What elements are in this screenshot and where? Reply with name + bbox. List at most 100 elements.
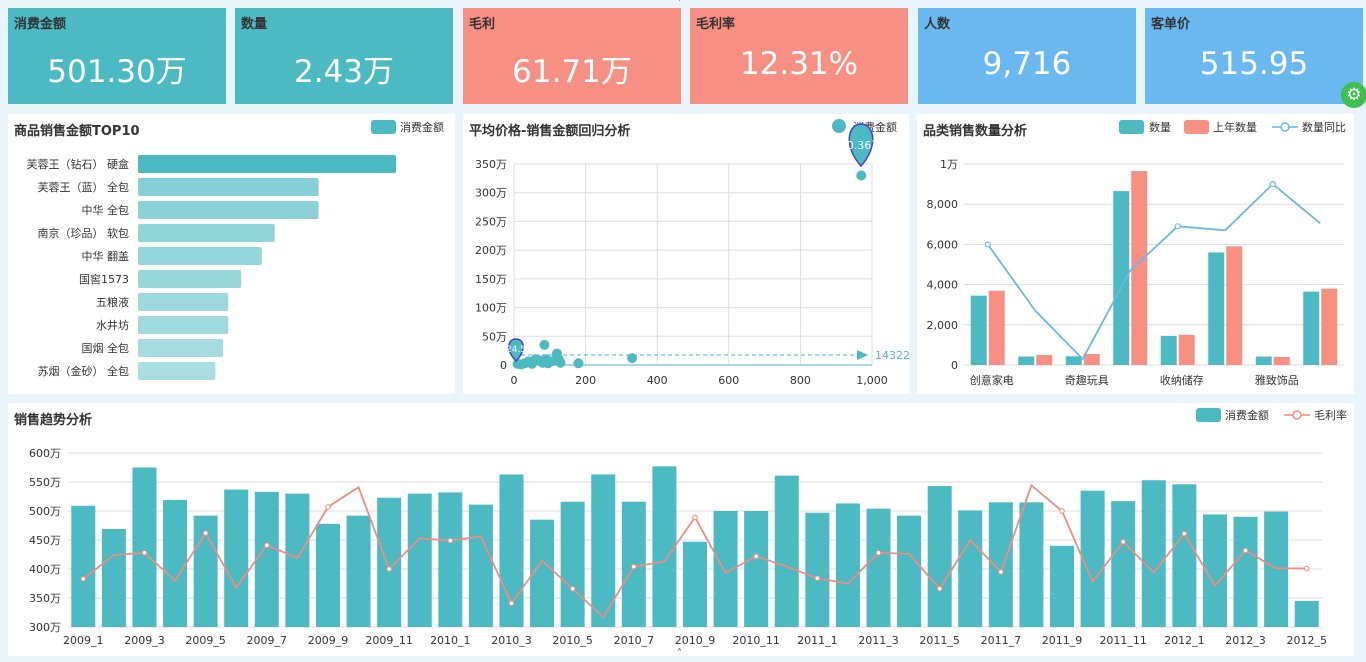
scatter-point[interactable] <box>573 358 584 369</box>
trend-bar[interactable] <box>866 508 891 627</box>
trend-bar[interactable] <box>224 489 249 627</box>
category-bar[interactable] <box>1083 353 1100 365</box>
top10-bar[interactable] <box>138 293 229 311</box>
category-yoy-point[interactable] <box>984 241 991 248</box>
category-yoy-point[interactable] <box>1174 223 1181 230</box>
trend-bar[interactable] <box>560 501 585 627</box>
top10-bar[interactable] <box>138 178 319 196</box>
trend-legend-amount[interactable]: 消费金额 <box>1225 408 1269 422</box>
scatter-point[interactable] <box>539 339 550 350</box>
trend-bar[interactable] <box>835 503 860 627</box>
trend-margin-point[interactable] <box>447 537 454 544</box>
category-bar[interactable] <box>988 290 1005 365</box>
scatter-point[interactable] <box>555 357 566 368</box>
category-legend-prev[interactable]: 上年数量 <box>1213 120 1257 134</box>
kpi-card-0[interactable]: 消费金额 501.30万 <box>8 8 226 104</box>
kpi-card-1[interactable]: 数量 2.43万 <box>235 8 453 104</box>
category-bar[interactable] <box>1178 334 1195 365</box>
collapse-bottom-icon[interactable]: ˄ <box>677 648 682 659</box>
trend-bar[interactable] <box>163 499 188 627</box>
trend-bar[interactable] <box>805 512 830 627</box>
trend-bar[interactable] <box>315 523 340 627</box>
category-bar[interactable] <box>1273 356 1290 365</box>
kpi-card-2[interactable]: 毛利 61.71万 <box>463 8 681 104</box>
category-bar[interactable] <box>1208 252 1225 365</box>
category-legend-yoy[interactable]: 数量同比 <box>1302 121 1346 134</box>
trend-bar[interactable] <box>1019 502 1044 627</box>
trend-bar[interactable] <box>407 493 432 627</box>
top10-bar[interactable] <box>138 270 242 288</box>
trend-margin-point[interactable] <box>1303 565 1310 572</box>
trend-margin-point[interactable] <box>998 569 1004 575</box>
category-bar[interactable] <box>1018 356 1035 365</box>
category-yoy-point[interactable] <box>1269 180 1276 188</box>
category-bar[interactable] <box>1065 356 1082 365</box>
trend-bar[interactable] <box>1172 484 1197 627</box>
top10-bar[interactable] <box>138 224 275 242</box>
scatter-point[interactable] <box>856 170 867 181</box>
trend-bar[interactable] <box>1080 490 1105 627</box>
trend-bar[interactable] <box>377 497 402 627</box>
category-bar[interactable] <box>1226 246 1243 365</box>
trend-bar[interactable] <box>468 504 493 627</box>
top10-bar[interactable] <box>138 201 319 219</box>
trend-bar[interactable] <box>958 510 983 627</box>
trend-bar[interactable] <box>132 467 157 628</box>
trend-margin-point[interactable] <box>936 585 943 592</box>
trend-margin-point[interactable] <box>692 514 698 521</box>
category-bar[interactable] <box>1036 354 1053 365</box>
category-bar[interactable] <box>1255 356 1272 365</box>
trend-bar[interactable] <box>71 505 96 627</box>
category-bar[interactable] <box>1160 335 1177 365</box>
top10-bar[interactable] <box>138 339 224 357</box>
trend-bar[interactable] <box>285 493 310 627</box>
kpi-card-5[interactable]: 客单价 515.95 <box>1145 8 1363 104</box>
category-bar[interactable] <box>970 295 987 365</box>
trend-margin-point[interactable] <box>631 563 637 570</box>
trend-margin-point[interactable] <box>1059 508 1065 514</box>
trend-bar[interactable] <box>438 492 463 627</box>
trend-bar[interactable] <box>927 486 952 627</box>
trend-bar[interactable] <box>683 541 707 627</box>
trend-bar[interactable] <box>1141 480 1166 627</box>
trend-margin-point[interactable] <box>202 530 209 536</box>
trend-margin-point[interactable] <box>386 566 392 572</box>
trend-margin-point[interactable] <box>141 549 148 556</box>
trend-margin-point[interactable] <box>753 553 759 560</box>
trend-bar[interactable] <box>101 528 126 627</box>
trend-margin-point[interactable] <box>875 549 882 556</box>
category-legend-qty[interactable]: 数量 <box>1149 121 1171 134</box>
top10-bar[interactable] <box>138 316 229 334</box>
trend-legend-margin[interactable]: 毛利率 <box>1314 408 1347 422</box>
trend-bar[interactable] <box>346 515 371 627</box>
trend-margin-point[interactable] <box>1120 538 1126 545</box>
trend-margin-point[interactable] <box>325 504 331 510</box>
collapse-top-icon[interactable]: ˅ <box>677 0 682 9</box>
trend-bar[interactable] <box>988 502 1013 627</box>
trend-bar[interactable] <box>1233 516 1258 627</box>
trend-bar[interactable] <box>254 491 279 627</box>
trend-margin-point[interactable] <box>814 575 821 582</box>
trend-margin-point[interactable] <box>1181 530 1188 537</box>
trend-bar[interactable] <box>1294 600 1319 627</box>
trend-bar[interactable] <box>897 515 922 627</box>
trend-margin-point[interactable] <box>80 576 87 582</box>
trend-bar[interactable] <box>652 466 677 627</box>
settings-gear-icon[interactable]: ⚙ <box>1341 82 1366 108</box>
kpi-card-4[interactable]: 人数 9,716 <box>918 8 1136 104</box>
trend-bar[interactable] <box>774 475 799 627</box>
trend-bar[interactable] <box>1111 501 1136 627</box>
category-bar[interactable] <box>1303 291 1320 365</box>
trend-margin-point[interactable] <box>1242 547 1249 554</box>
trend-margin-point[interactable] <box>264 542 270 549</box>
trend-margin-point[interactable] <box>569 585 576 592</box>
trend-margin-point[interactable] <box>508 600 515 607</box>
top10-bar[interactable] <box>138 155 396 173</box>
trend-bar[interactable] <box>1050 545 1075 627</box>
trend-bar[interactable] <box>744 511 769 627</box>
top10-legend-label[interactable]: 消费金额 <box>400 120 444 134</box>
category-bar[interactable] <box>1321 288 1338 365</box>
top10-bar[interactable] <box>138 247 262 265</box>
top10-bar[interactable] <box>138 362 216 380</box>
kpi-card-3[interactable]: 毛利率 12.31% <box>690 8 908 104</box>
